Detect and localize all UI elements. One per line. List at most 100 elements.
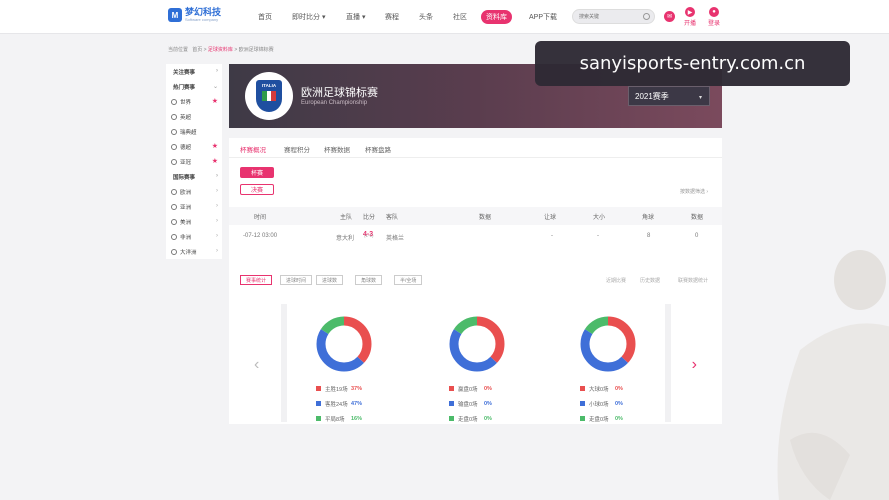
col-score: 比分	[363, 215, 376, 221]
match-home[interactable]: 意大利	[336, 233, 354, 242]
season-select[interactable]: 2021赛季 ▾	[628, 86, 710, 106]
sidebar-item[interactable]: 瑞典超	[166, 124, 222, 139]
league-icon	[171, 113, 177, 120]
search-input[interactable]	[573, 10, 643, 23]
search-box	[572, 9, 655, 24]
nav-live-scores[interactable]: 即时比分 ▾	[292, 12, 325, 22]
match-halftime: (1-1)	[364, 233, 374, 238]
main-nav: 首页 即时比分 ▾ 直播 ▾ 赛程 头条 社区 资料库 APP下载	[0, 0, 889, 34]
italia-crest-icon: ITALIA	[256, 80, 282, 112]
tab-divider	[229, 157, 722, 158]
donut-legend: 赢盘0场 0% 输盘0场 0% 走盘0场 0%	[449, 381, 492, 426]
chevron-icon: ›	[216, 233, 218, 239]
carousel-next-icon[interactable]: ›	[692, 356, 697, 374]
stage-chip-cup[interactable]: 杯赛	[240, 167, 274, 178]
star-icon[interactable]: ★	[212, 97, 218, 105]
breadcrumb-sep: >	[234, 47, 238, 53]
league-icon	[171, 143, 177, 150]
league-icon	[171, 128, 177, 135]
chevron-icon: ›	[216, 248, 218, 254]
broadcast-icon: ▶	[685, 7, 695, 17]
tab-cup-overview[interactable]: 杯赛概况	[240, 144, 266, 158]
link-league-stats[interactable]: 联赛数据统计	[678, 277, 708, 284]
legend-label: 赢盘0场	[458, 386, 478, 393]
legend-label: 客胜24场	[325, 401, 348, 408]
sidebar-item[interactable]: 国际赛事 ›	[166, 169, 222, 184]
legend-percent: 0%	[615, 415, 623, 422]
filter-hint-link[interactable]: 按数据筛选 ›	[680, 188, 708, 195]
sidebar-item[interactable]: 关注赛事 ›	[166, 64, 222, 79]
legend-swatch	[449, 416, 454, 421]
season-value: 2021赛季	[635, 91, 669, 101]
tab-cup-data[interactable]: 杯赛数据	[324, 144, 350, 154]
nav-community[interactable]: 社区	[453, 12, 467, 22]
sidebar-item-label: 国际赛事	[173, 174, 196, 181]
tab-standings[interactable]: 赛程积分	[284, 144, 310, 154]
stat-button-half-full[interactable]: 半/全场	[394, 275, 423, 285]
sidebar-item-label: 亚冠	[180, 159, 192, 166]
breadcrumb: 当前位置 首页 > 足球资料库 > 欧洲足球锦标赛	[168, 46, 274, 53]
legend-swatch	[449, 401, 454, 406]
link-recent-matches[interactable]: 近期比赛	[606, 277, 626, 284]
stat-button-goals[interactable]: 进球数	[316, 275, 344, 285]
legend-percent: 0%	[615, 400, 623, 407]
col-away: 客队	[386, 215, 399, 221]
nav-app-download[interactable]: APP下载	[529, 12, 557, 22]
col-home: 主队	[340, 215, 353, 221]
search-icon[interactable]	[643, 13, 650, 20]
nav-schedule[interactable]: 赛程	[385, 12, 399, 22]
match-away[interactable]: 英格兰	[386, 233, 404, 242]
sidebar-item-label: 世界	[180, 99, 192, 106]
sidebar-item[interactable]: 欧洲 ›	[166, 184, 222, 199]
legend-percent: 0%	[615, 385, 623, 392]
sidebar-item[interactable]: 亚洲 ›	[166, 199, 222, 214]
carousel-prev-icon[interactable]: ‹	[254, 356, 259, 374]
table-row[interactable]: -07-12 03:00 意大利 4-3 (1-1) 英格兰 - - 8 0	[229, 228, 722, 250]
legend-label: 走盘0场	[458, 416, 478, 423]
sidebar-item[interactable]: 德超 ★	[166, 139, 222, 154]
sidebar-item[interactable]: 热门赛事 ⌄	[166, 79, 222, 94]
league-icon	[171, 233, 177, 240]
legend-item: 赢盘0场 0%	[449, 381, 492, 396]
broadcast-button[interactable]: ▶ 开播	[684, 7, 696, 27]
chevron-down-icon: ▾	[698, 95, 702, 101]
sidebar-item-label: 美洲	[180, 219, 192, 226]
star-icon[interactable]: ★	[212, 157, 218, 165]
league-icon	[171, 248, 177, 255]
nav-database[interactable]: 资料库	[481, 10, 512, 24]
league-icon	[171, 98, 177, 105]
legend-item: 走盘0场 0%	[449, 411, 492, 426]
stage-chip-final[interactable]: 决赛	[240, 184, 274, 195]
sidebar-item[interactable]: 英超	[166, 109, 222, 124]
nav-home[interactable]: 首页	[258, 12, 272, 22]
legend-label: 平局8场	[325, 416, 345, 423]
chevron-icon: ⌄	[212, 84, 218, 90]
breadcrumb-database[interactable]: 足球资料库	[208, 47, 233, 53]
star-icon[interactable]: ★	[212, 142, 218, 150]
sidebar-item[interactable]: 美洲 ›	[166, 214, 222, 229]
stat-button-goal-time[interactable]: 进球时间	[280, 275, 313, 285]
stat-button-corners[interactable]: 角球数	[355, 275, 383, 285]
league-icon	[171, 203, 177, 210]
legend-swatch	[316, 401, 321, 406]
legend-item: 走盘0场 0%	[580, 411, 623, 426]
sidebar-item[interactable]: 大洋洲 ›	[166, 244, 222, 259]
user-icon: ●	[709, 7, 719, 17]
sidebar-item[interactable]: 非洲 ›	[166, 229, 222, 244]
legend-percent: 0%	[484, 385, 492, 392]
col-handicap: 让球	[544, 215, 557, 221]
nav-headlines[interactable]: 头条	[419, 12, 433, 22]
link-history-data[interactable]: 历史数据	[640, 277, 660, 284]
tab-cup-trends[interactable]: 杯赛盘路	[365, 144, 391, 154]
stat-button-summary[interactable]: 赛事统计	[240, 275, 273, 285]
legend-label: 走盘0场	[589, 416, 609, 423]
login-button[interactable]: ● 登录	[708, 7, 720, 27]
nav-live-stream[interactable]: 直播 ▾	[346, 12, 365, 22]
sidebar-item[interactable]: 亚冠 ★	[166, 154, 222, 169]
breadcrumb-home[interactable]: 首页	[192, 47, 202, 53]
sidebar-item[interactable]: 世界 ★	[166, 94, 222, 109]
chevron-icon: ›	[216, 173, 218, 179]
legend-swatch	[316, 416, 321, 421]
message-icon[interactable]: ✉	[664, 11, 675, 22]
sidebar-item-label: 英超	[180, 114, 192, 121]
